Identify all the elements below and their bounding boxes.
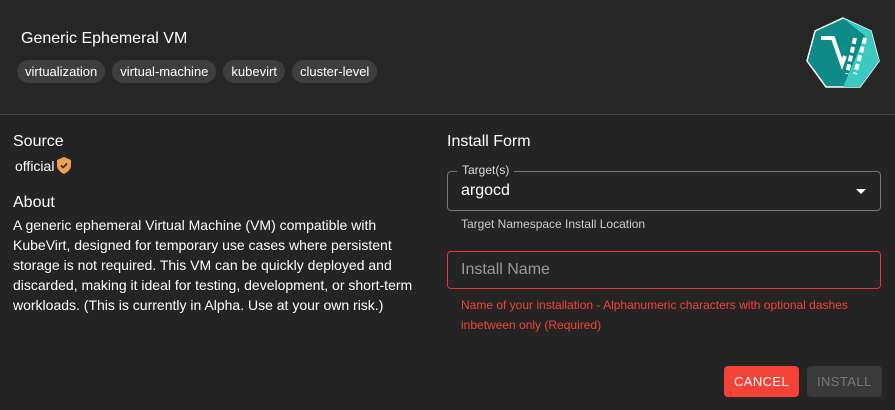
- tag: kubevirt: [223, 60, 285, 83]
- about-text: A generic ephemeral Virtual Machine (VM)…: [13, 217, 413, 313]
- target-select[interactable]: Target(s) argocd: [447, 163, 881, 211]
- tag: virtualization: [17, 60, 106, 83]
- verified-shield-icon: [57, 157, 72, 174]
- header: Generic Ephemeral VM virtualization virt…: [0, 0, 895, 115]
- install-form: Install Form Target(s) argocd Target Nam…: [447, 133, 881, 332]
- tag-list: virtualization virtual-machine kubevirt …: [17, 60, 378, 83]
- target-label: Target(s): [457, 163, 515, 177]
- form-heading: Install Form: [447, 133, 531, 150]
- target-help: Target Namespace Install Location: [461, 217, 646, 231]
- tag: cluster-level: [291, 60, 378, 83]
- source-value: official: [15, 157, 428, 174]
- target-value: argocd: [461, 182, 510, 199]
- install-button[interactable]: INSTALL: [807, 366, 882, 397]
- source-label: official: [15, 157, 55, 174]
- chevron-down-icon: [856, 189, 866, 194]
- page-title: Generic Ephemeral VM: [21, 30, 188, 47]
- about-heading: About: [13, 194, 55, 211]
- install-name-error: Name of your installation - Alphanumeric…: [461, 298, 848, 332]
- source-heading: Source: [13, 133, 64, 150]
- cancel-button[interactable]: CANCEL: [724, 366, 800, 397]
- tag: virtual-machine: [112, 60, 217, 83]
- details-panel: Source official About A generic ephemera…: [13, 133, 428, 315]
- app-logo-icon: [806, 17, 880, 88]
- install-name-input[interactable]: [447, 251, 881, 289]
